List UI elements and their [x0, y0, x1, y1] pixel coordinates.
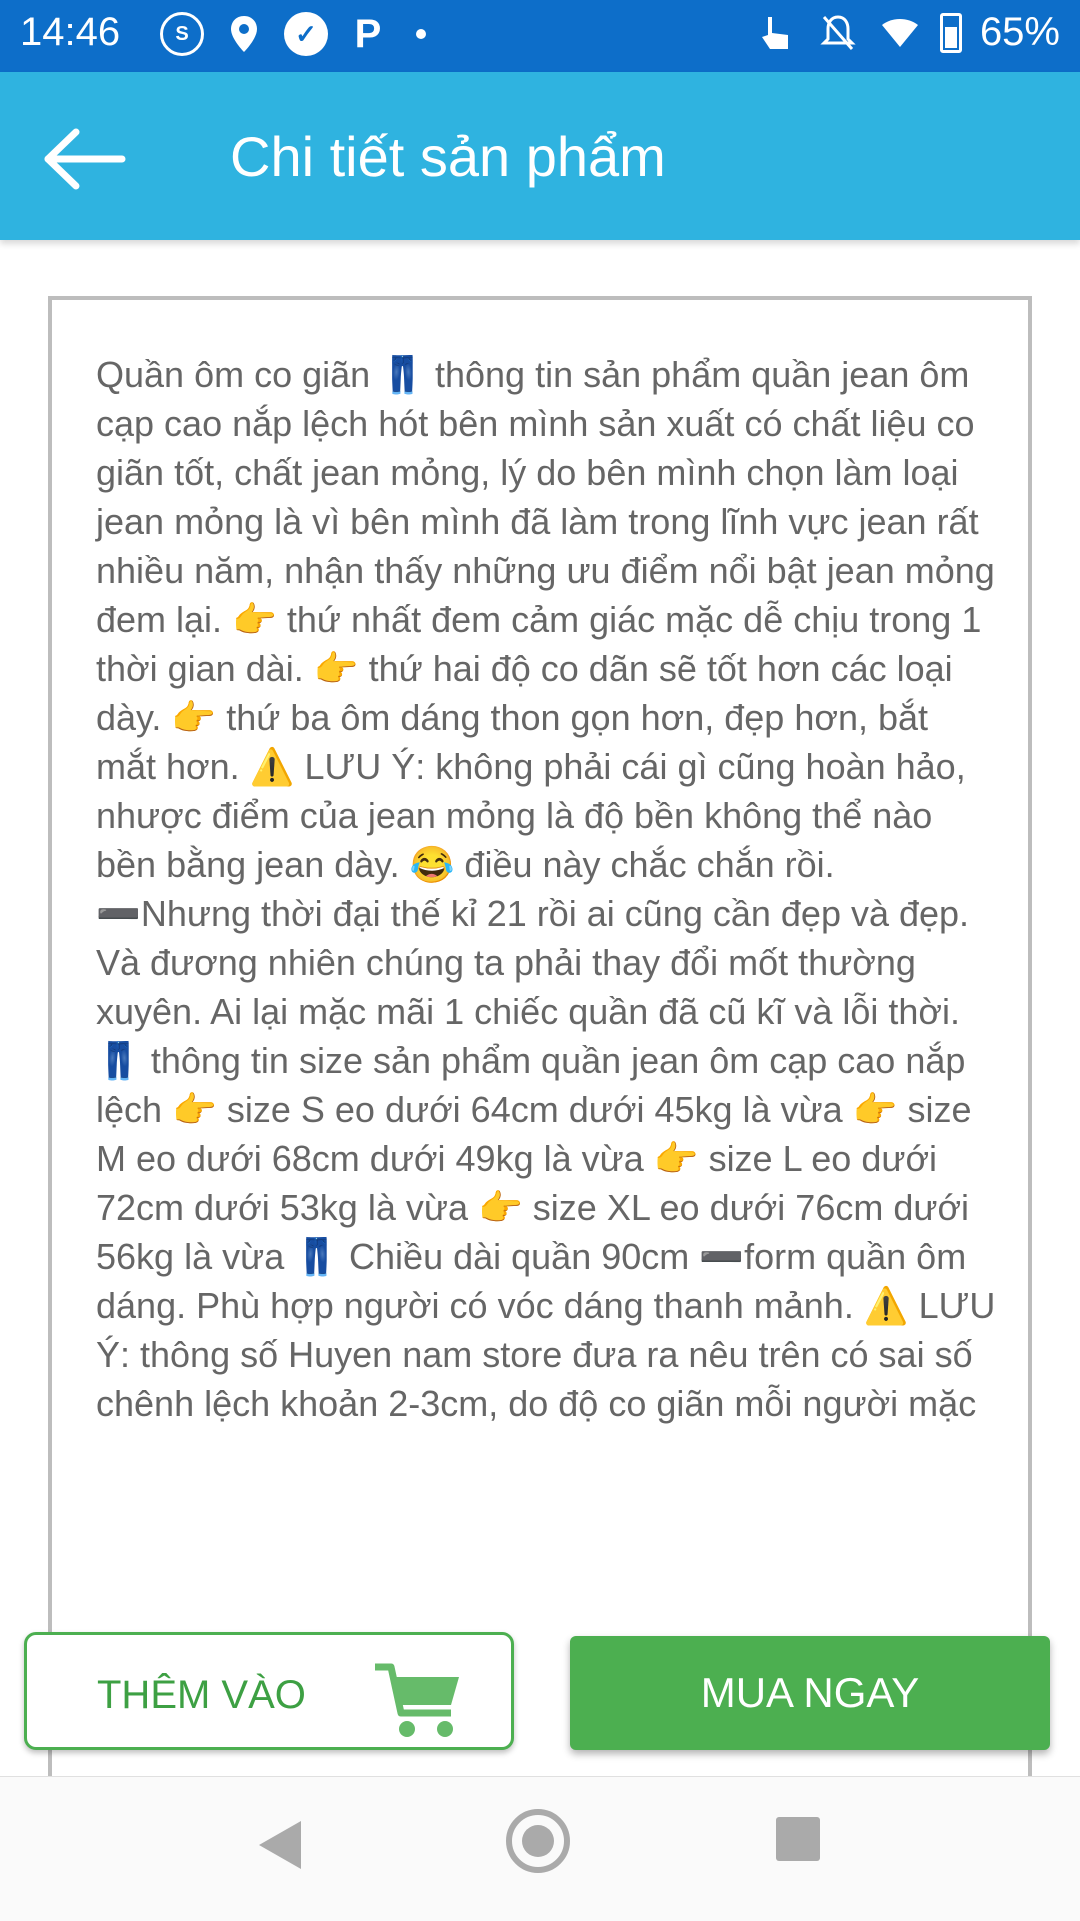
nav-recents-icon[interactable]: [776, 1817, 820, 1861]
cart-icon: [375, 1663, 459, 1737]
nav-back-icon[interactable]: [255, 1817, 305, 1873]
app-bar: Chi tiết sản phẩm: [0, 72, 1080, 240]
product-description-text: Quần ôm co giãn 👖 thông tin sản phẩm quầ…: [96, 354, 996, 1424]
parking-icon: P: [354, 11, 382, 56]
battery-icon: [939, 12, 962, 53]
status-bar: 14:46 S ✓ P 65%: [0, 0, 1080, 72]
sim-icon: S: [160, 12, 204, 56]
location-icon: [222, 12, 266, 56]
buy-now-button[interactable]: MUA NGAY: [570, 1636, 1050, 1750]
dot-icon: [416, 29, 426, 39]
add-to-cart-button[interactable]: THÊM VÀO: [24, 1632, 514, 1750]
page-title: Chi tiết sản phẩm: [230, 125, 666, 188]
check-icon: ✓: [284, 12, 328, 56]
arrow-left-icon: [44, 128, 126, 190]
add-to-cart-label: THÊM VÀO: [97, 1673, 306, 1717]
mute-icon: [816, 11, 860, 55]
status-icons-right: 65%: [754, 10, 1060, 55]
battery-percent: 65%: [979, 10, 1060, 54]
nav-home-icon[interactable]: [506, 1809, 570, 1873]
product-description-box[interactable]: Quần ôm co giãn 👖 thông tin sản phẩm quầ…: [48, 296, 1032, 1796]
status-icons-left: S ✓ P: [160, 12, 426, 56]
wifi-icon: [878, 11, 922, 55]
touch-icon: [754, 11, 798, 55]
system-nav-bar: [0, 1776, 1080, 1921]
back-button[interactable]: [40, 124, 130, 194]
status-time: 14:46: [20, 10, 121, 54]
